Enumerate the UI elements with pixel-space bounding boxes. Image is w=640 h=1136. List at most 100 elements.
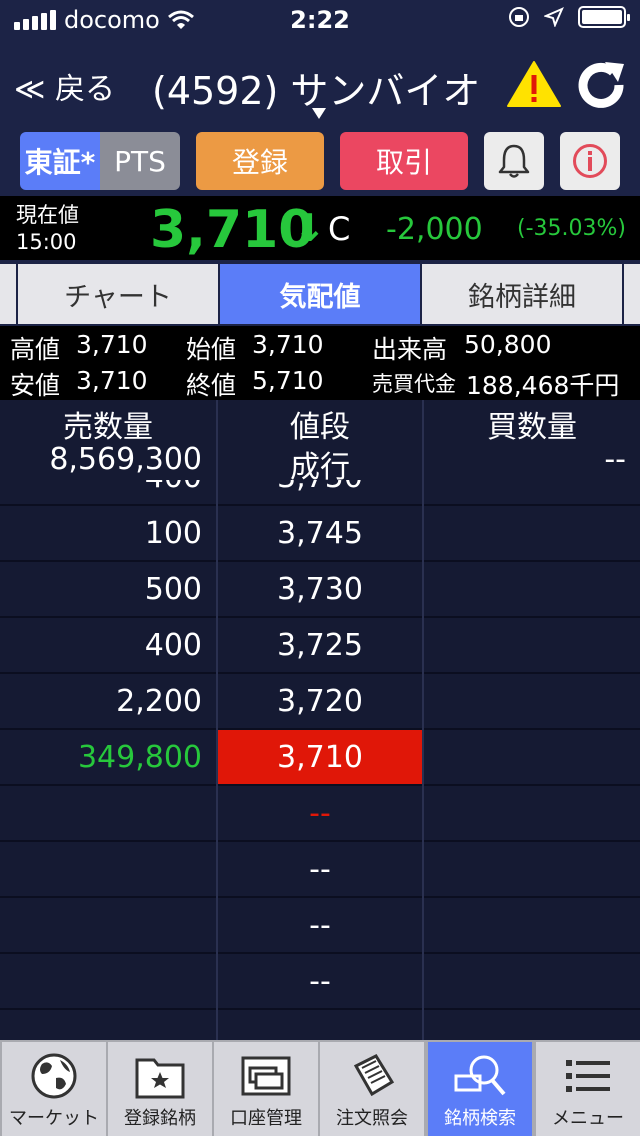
book-row: 400 3,725 — [0, 618, 640, 674]
market-buy-qty: -- — [604, 442, 626, 477]
price-level: 3,720 — [277, 684, 363, 719]
tab-watchlist-label: 登録銘柄 — [124, 1108, 196, 1129]
battery-icon — [578, 6, 630, 28]
tab-stock-search-label: 銘柄検索 — [444, 1108, 516, 1129]
star-folder-icon — [135, 1058, 185, 1099]
price-change-percent: (-35.03%) — [517, 216, 626, 241]
buy-qty-header: 買数量 — [487, 410, 577, 445]
tab-menu[interactable]: メニュー — [536, 1042, 640, 1136]
price-label-text: 現在値 — [16, 203, 79, 227]
book-row-current: 349,800 3,710 — [0, 730, 640, 786]
sell-qty: 500 — [144, 572, 202, 607]
tab-quotes[interactable]: 気配値 — [220, 264, 420, 324]
tab-chart[interactable]: チャート — [18, 264, 218, 324]
tab-market[interactable]: マーケット — [2, 1042, 106, 1136]
rotation-lock-icon — [509, 7, 529, 27]
status-right — [508, 6, 630, 28]
bottom-tab-bar: マーケット 登録銘柄 口座管理 注文照会 銘柄検索 メニュー — [0, 1040, 640, 1136]
market-sell-qty: 8,569,300 — [49, 442, 202, 477]
register-button[interactable]: 登録 — [196, 132, 324, 190]
price-header: 値段 — [290, 410, 350, 445]
down-arrow-icon: ↓ — [294, 206, 326, 250]
price-level: -- — [309, 908, 331, 943]
market-order-label: 成行 — [290, 450, 350, 485]
sell-qty: 2,200 — [116, 684, 202, 719]
current-price-level: 3,710 — [218, 730, 422, 784]
tab-orders[interactable]: 注文照会 — [320, 1042, 424, 1136]
tab-account[interactable]: 口座管理 — [214, 1042, 318, 1136]
column-divider — [422, 400, 424, 1040]
price-level: 3,730 — [277, 572, 363, 607]
warning-icon[interactable] — [506, 60, 562, 108]
price-label: 現在値 15:00 — [16, 202, 79, 256]
price-change: -2,000 — [386, 212, 483, 247]
open-label: 始値 — [186, 335, 237, 364]
book-row: 100 3,745 — [0, 506, 640, 562]
tab-watchlist[interactable]: 登録銘柄 — [108, 1042, 212, 1136]
open-value: 3,710 — [252, 330, 324, 359]
search-icon — [454, 1055, 506, 1096]
volume-label: 出来高 — [372, 335, 448, 364]
tab-menu-label: メニュー — [552, 1108, 624, 1129]
price-level: -- — [309, 964, 331, 999]
tab-account-label: 口座管理 — [230, 1108, 302, 1129]
tab-edge-right — [624, 264, 640, 324]
volume-value: 50,800 — [464, 330, 552, 359]
book-row — [0, 1010, 640, 1040]
book-row: -- — [0, 954, 640, 1010]
price-level: 3,745 — [277, 516, 363, 551]
book-row: -- — [0, 786, 640, 842]
price-level: -- — [309, 852, 331, 887]
action-button-row: 東証* PTS 登録 取引 — [0, 128, 640, 196]
column-divider — [216, 400, 218, 1040]
price-level: -- — [309, 796, 331, 831]
title-dropdown-icon[interactable] — [312, 108, 326, 119]
tab-edge-left — [0, 264, 16, 324]
tab-orders-label: 注文照会 — [336, 1108, 408, 1129]
view-tabs: チャート 気配値 銘柄詳細 — [0, 260, 640, 326]
account-icon — [241, 1056, 291, 1096]
menu-icon — [566, 1060, 610, 1092]
pts-button[interactable]: PTS — [100, 132, 180, 190]
sell-qty-header: 売数量 — [63, 410, 153, 445]
orders-icon — [353, 1054, 395, 1097]
location-icon — [544, 7, 564, 27]
book-row: -- — [0, 898, 640, 954]
tab-stock-details[interactable]: 銘柄詳細 — [422, 264, 622, 324]
sell-qty: 100 — [144, 516, 202, 551]
book-row: -- — [0, 842, 640, 898]
low-label: 安値 — [10, 371, 61, 400]
price-level: 3,725 — [277, 628, 363, 663]
sell-qty-current: 349,800 — [77, 740, 202, 775]
globe-icon — [31, 1053, 77, 1099]
stock-title[interactable]: (4592) サンバイオ — [152, 60, 480, 115]
close-flag: C — [328, 210, 351, 248]
back-button[interactable]: ≪ 戻る — [14, 64, 115, 108]
sell-qty: 400 — [144, 628, 202, 663]
nav-header: ≪ 戻る (4592) サンバイオ — [0, 40, 640, 128]
turnover-label: 売買代金 — [372, 372, 456, 396]
info-icon — [573, 144, 607, 178]
price-stats: 高値 3,710 始値 3,710 出来高 50,800 安値 3,710 終値… — [0, 326, 640, 400]
turnover-value: 188,468千円 — [466, 371, 620, 400]
current-price-bar: 現在値 15:00 3,710 ↓ C -2,000 (-35.03%) — [0, 196, 640, 260]
trade-button[interactable]: 取引 — [340, 132, 468, 190]
bell-icon — [498, 144, 530, 178]
close-value: 5,710 — [252, 366, 324, 395]
high-label: 高値 — [10, 335, 61, 364]
info-button[interactable] — [560, 132, 620, 190]
alert-button[interactable] — [484, 132, 544, 190]
order-book[interactable]: 4003,750 1003,745 5003,730 4003,725 2,20… — [0, 400, 640, 1040]
order-book-header: 売数量 値段 買数量 8,569,300 成行 -- — [0, 400, 640, 485]
current-price: 3,710 — [150, 200, 315, 260]
high-value: 3,710 — [76, 330, 148, 359]
low-value: 3,710 — [76, 366, 148, 395]
status-bar: docomo 2:22 — [0, 0, 640, 40]
price-time: 15:00 — [16, 230, 77, 254]
tab-stock-search[interactable]: 銘柄検索 — [428, 1042, 532, 1136]
book-row: 2,200 3,720 — [0, 674, 640, 730]
tosho-button[interactable]: 東証* — [20, 132, 100, 190]
refresh-icon[interactable] — [574, 58, 628, 112]
book-row: 500 3,730 — [0, 562, 640, 618]
close-label: 終値 — [186, 371, 237, 400]
